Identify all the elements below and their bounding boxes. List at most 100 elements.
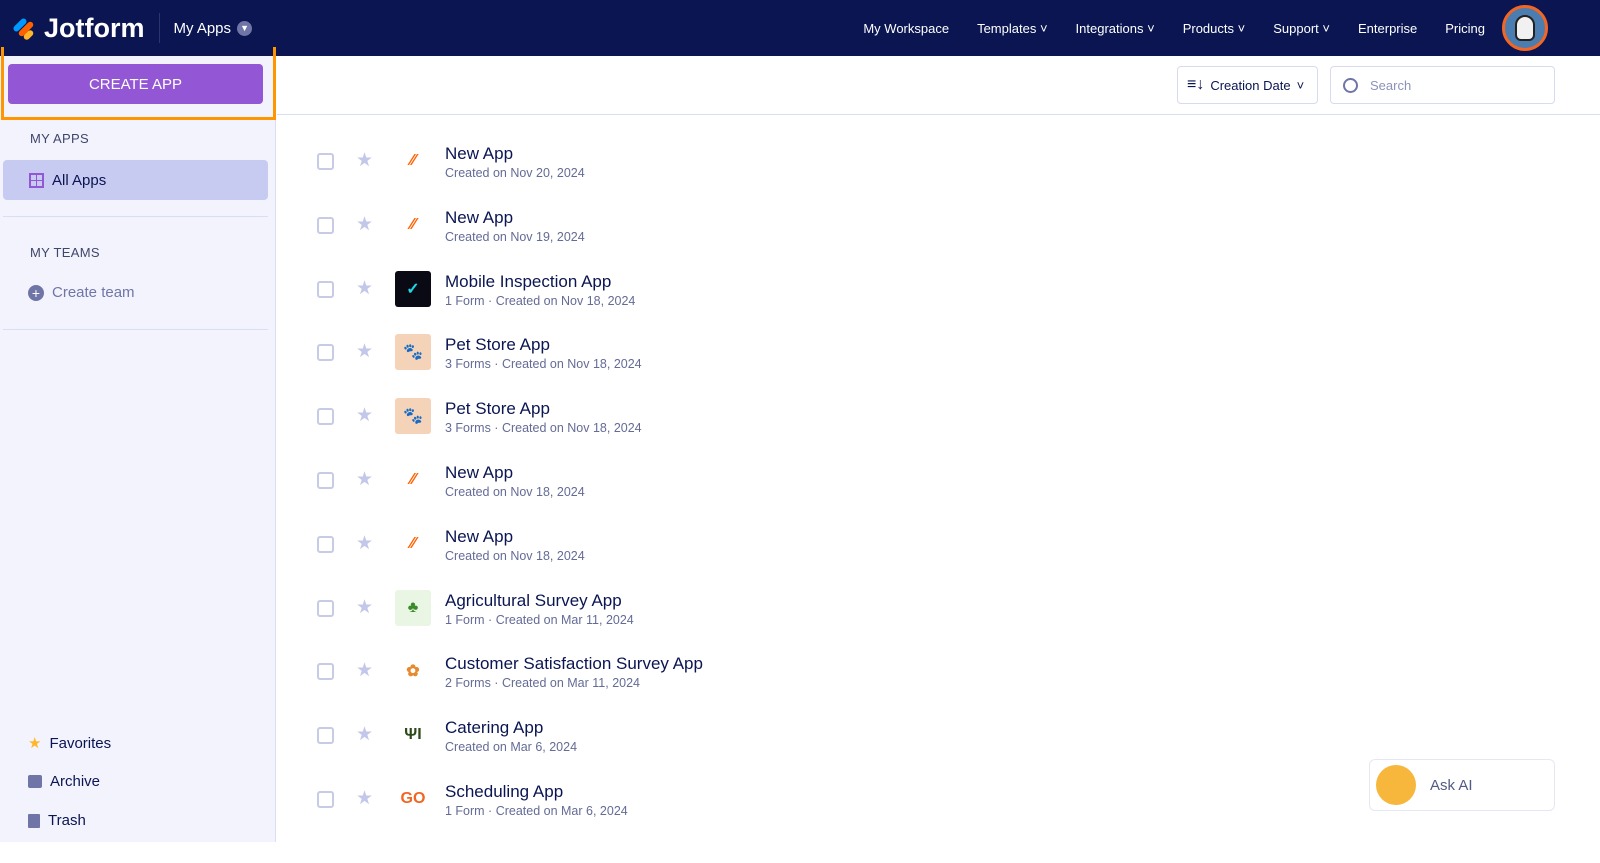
nav-templates[interactable]: Templates ˅	[977, 21, 1047, 36]
app-title[interactable]: Pet Store App	[445, 399, 550, 419]
sidebar-item-label: All Apps	[52, 171, 107, 189]
sidebar-item-label: Favorites	[49, 734, 112, 752]
app-title[interactable]: New App	[445, 527, 513, 547]
select-checkbox[interactable]	[317, 280, 334, 298]
star-icon[interactable]: ★	[356, 213, 373, 236]
nav-pricing[interactable]: Pricing	[1445, 21, 1485, 36]
select-checkbox[interactable]	[317, 727, 334, 745]
my-apps-dropdown[interactable]: My Apps ▼	[174, 20, 253, 37]
star-icon[interactable]: ★	[356, 277, 373, 300]
app-meta: Created on Nov 18, 2024	[445, 485, 585, 499]
nav-integrations[interactable]: Integrations ˅	[1076, 21, 1155, 36]
user-avatar[interactable]	[1502, 5, 1548, 51]
sidebar-item-favorites[interactable]: ★ Favorites	[28, 734, 112, 753]
sidebar-item-all-apps[interactable]: All Apps	[3, 160, 268, 200]
plus-circle-icon: +	[28, 284, 44, 301]
my-apps-heading: MY APPS	[30, 131, 89, 146]
app-title[interactable]: Agricultural Survey App	[445, 591, 622, 611]
star-icon[interactable]: ★	[356, 723, 373, 746]
app-title[interactable]: Mobile Inspection App	[445, 272, 611, 292]
divider	[158, 13, 160, 43]
search-input[interactable]	[1370, 77, 1530, 93]
app-meta: Created on Nov 19, 2024	[445, 229, 585, 244]
ask-ai-button[interactable]: Ask AI	[1369, 759, 1555, 811]
app-title[interactable]: Pet Store App	[445, 335, 550, 355]
create-team-label: Create team	[52, 284, 135, 301]
nav-products[interactable]: Products ˅	[1183, 21, 1246, 36]
ask-ai-label: Ask AI	[1430, 776, 1473, 794]
app-meta: 3 Forms · Created on Nov 18, 2024	[445, 421, 642, 436]
brand-name: Jotform	[44, 12, 145, 43]
search-icon	[1343, 77, 1358, 93]
sort-label: Creation Date	[1210, 77, 1291, 93]
app-meta: 2 Forms · Created on Mar 11, 2024	[445, 676, 640, 691]
nav-enterprise[interactable]: Enterprise	[1358, 21, 1417, 36]
ai-agent-avatar-icon	[1376, 765, 1416, 805]
star-icon[interactable]: ★	[356, 659, 373, 682]
star-icon[interactable]: ★	[356, 468, 373, 491]
app-title[interactable]: New App	[445, 144, 513, 164]
main-nav: My Workspace Templates ˅ Integrations ˅ …	[863, 0, 1485, 56]
jotform-icon: ⁄⁄	[410, 215, 416, 233]
star-icon[interactable]: ★	[356, 149, 373, 172]
jotform-logo[interactable]: Jotform	[10, 13, 145, 44]
nav-label: Integrations	[1075, 20, 1144, 36]
app-meta: 3 Forms · Created on Nov 18, 2024	[445, 357, 642, 372]
nav-support[interactable]: Support ˅	[1273, 21, 1330, 36]
go-icon: GO	[395, 781, 431, 817]
my-teams-heading: MY TEAMS	[30, 245, 100, 260]
my-apps-label: My Apps	[173, 19, 232, 37]
nav-label: Support	[1273, 20, 1319, 36]
star-icon[interactable]: ★	[356, 340, 373, 363]
select-checkbox[interactable]	[317, 344, 334, 362]
plant-icon: ♣	[395, 589, 431, 626]
sidebar-item-label: Trash	[48, 812, 86, 829]
select-checkbox[interactable]	[317, 599, 334, 617]
app-title[interactable]: New App	[445, 208, 513, 228]
sidebar-item-label: Archive	[50, 773, 101, 790]
sidebar-item-archive[interactable]: Archive	[28, 773, 100, 790]
divider	[3, 216, 268, 217]
app-meta: Created on Mar 6, 2024	[445, 740, 578, 755]
sort-icon: ≡↓	[1187, 76, 1205, 93]
app-meta: Created on Nov 18, 2024	[445, 548, 585, 563]
app-meta: 1 Form · Created on Nov 18, 2024	[445, 293, 636, 308]
nav-my-workspace[interactable]: My Workspace	[863, 21, 949, 36]
app-title[interactable]: Scheduling App	[445, 782, 563, 802]
flower-icon: ✿	[395, 653, 431, 690]
create-team-button[interactable]: + Create team	[28, 284, 135, 301]
jotform-icon: ⁄⁄	[410, 471, 416, 488]
app-title[interactable]: Catering App	[445, 718, 543, 738]
app-title[interactable]: Customer Satisfaction Survey App	[445, 654, 703, 674]
avatar-face-icon	[1515, 15, 1535, 41]
create-app-button[interactable]: CREATE APP	[8, 64, 263, 104]
search-box	[1330, 66, 1555, 104]
cutlery-icon: ΨΙ	[395, 717, 431, 754]
select-checkbox[interactable]	[317, 408, 334, 426]
star-icon[interactable]: ★	[356, 596, 373, 619]
nav-label: Templates	[977, 20, 1037, 36]
jotform-icon: ⁄⁄	[410, 534, 416, 552]
star-icon: ★	[28, 735, 42, 752]
select-checkbox[interactable]	[317, 216, 334, 234]
pet-icon: 🐾	[395, 334, 431, 371]
chevron-down-icon: ˅	[1296, 77, 1305, 93]
pet-icon: 🐾	[395, 398, 431, 435]
app-title[interactable]: New App	[445, 463, 513, 483]
archive-icon	[28, 775, 42, 788]
select-checkbox[interactable]	[317, 535, 334, 553]
star-icon[interactable]: ★	[356, 404, 373, 427]
sort-dropdown[interactable]: ≡↓ Creation Date ˅	[1177, 66, 1318, 104]
grid-icon	[29, 172, 44, 188]
star-icon[interactable]: ★	[356, 787, 373, 810]
jotform-icon: ⁄⁄	[410, 152, 416, 169]
star-icon[interactable]: ★	[356, 532, 373, 555]
checkmark-icon: ✓	[395, 270, 431, 307]
nav-label: Products	[1182, 20, 1235, 36]
select-checkbox[interactable]	[317, 472, 334, 489]
select-checkbox[interactable]	[317, 663, 334, 681]
select-checkbox[interactable]	[317, 153, 334, 170]
app-meta: 1 Form · Created on Mar 11, 2024	[445, 612, 634, 627]
sidebar-item-trash[interactable]: Trash	[28, 812, 86, 829]
select-checkbox[interactable]	[317, 791, 334, 808]
